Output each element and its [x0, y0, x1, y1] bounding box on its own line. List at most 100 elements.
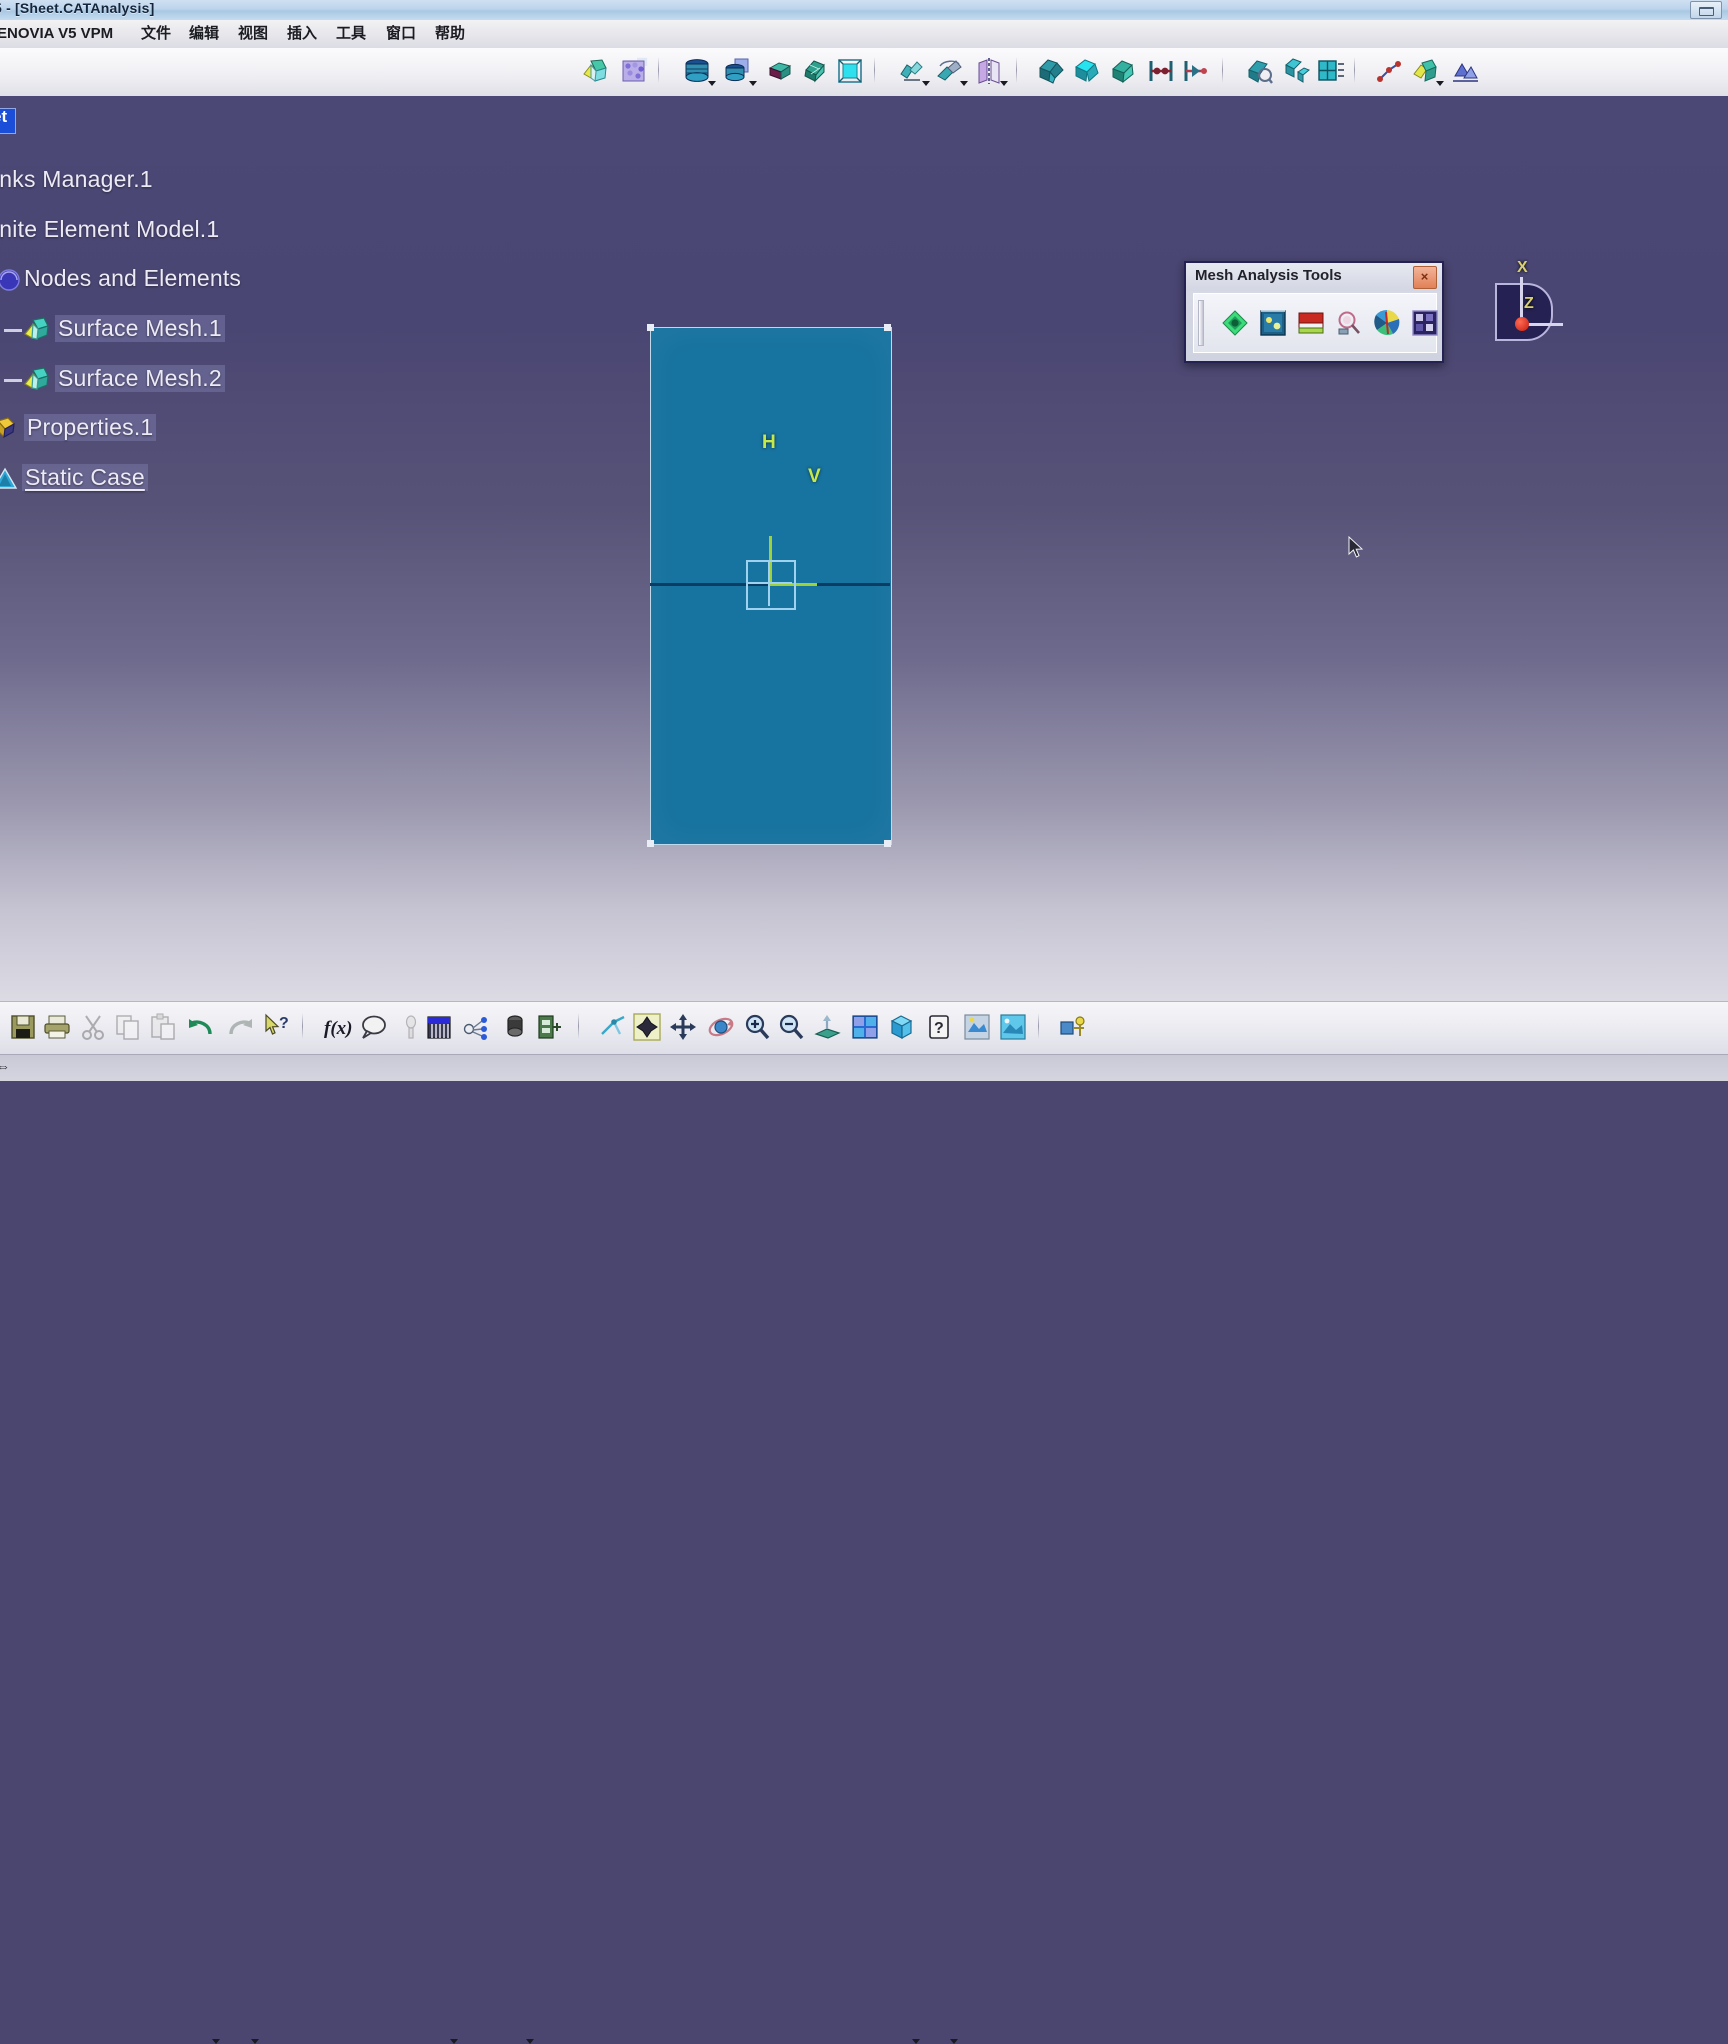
- dropdown-arrow[interactable]: [526, 2039, 534, 2044]
- sheet-handle-bottom-left[interactable]: [647, 840, 654, 847]
- extrusion-mesh-icon[interactable]: [800, 56, 830, 86]
- fit-all-in-icon[interactable]: [632, 1012, 662, 1042]
- sheet-handle-top-left[interactable]: [647, 324, 654, 331]
- swap-visible-space-icon[interactable]: [1058, 1012, 1088, 1042]
- tree-item-links-manager[interactable]: inks Manager.1: [0, 166, 153, 193]
- sweep-3d-mesh-icon[interactable]: [835, 56, 865, 86]
- isometric-view-icon[interactable]: [886, 1012, 916, 1042]
- whats-this-help-icon[interactable]: ?: [263, 1012, 293, 1042]
- redo-icon[interactable]: [225, 1012, 255, 1042]
- menu-item-insert[interactable]: 插入: [284, 24, 320, 44]
- status-bar: ⇔: [0, 1054, 1728, 1081]
- copy-icon[interactable]: [113, 1012, 143, 1042]
- compute-icon[interactable]: [424, 1012, 454, 1042]
- fit-all-axis-icon[interactable]: [598, 1012, 628, 1042]
- mesh-analysis-tools-title: Mesh Analysis Tools: [1195, 267, 1342, 284]
- dropdown-arrow[interactable]: [912, 2039, 920, 2044]
- compass-label-x: X: [1517, 259, 1528, 276]
- tree-root-node[interactable]: et: [0, 107, 16, 134]
- octree-triangle-mesher-icon[interactable]: [580, 56, 610, 86]
- window-title-bar: 5 - [Sheet.CATAnalysis]: [0, 0, 1728, 20]
- mesh-analysis-icon[interactable]: [1450, 56, 1480, 86]
- mesh-analysis-tools-title-bar[interactable]: Mesh Analysis Tools ×: [1186, 263, 1442, 291]
- elements-order-icon[interactable]: [1296, 308, 1326, 338]
- node-offset-icon[interactable]: [1180, 56, 1210, 86]
- dropdown-arrow[interactable]: [1000, 81, 1008, 86]
- free-edges-icon[interactable]: [1372, 308, 1402, 338]
- pan-icon[interactable]: [668, 1012, 698, 1042]
- formula-icon[interactable]: f(x): [322, 1012, 352, 1042]
- beam-mesh-part-icon[interactable]: [765, 56, 795, 86]
- dropdown-arrow[interactable]: [450, 2039, 458, 2044]
- sheet-handle-bottom-right[interactable]: [884, 840, 891, 847]
- tree-root-label: et: [0, 107, 8, 126]
- mesh-visualization-quality-icon[interactable]: [1258, 308, 1288, 338]
- tree-item-properties-1[interactable]: Properties.1: [24, 414, 157, 441]
- menu-item-edit[interactable]: 编辑: [186, 24, 222, 44]
- connection-line-icon[interactable]: [1374, 56, 1404, 86]
- restore-window-button[interactable]: [1690, 1, 1722, 19]
- mesh-quality-icon[interactable]: [1244, 56, 1274, 86]
- mesh-cut-icon[interactable]: [1072, 56, 1102, 86]
- report-icon[interactable]: [535, 1012, 565, 1042]
- hide-show-icon[interactable]: [998, 1012, 1028, 1042]
- selection-box[interactable]: [746, 560, 796, 610]
- bottom-toolbar: ? f(x) ?: [0, 1001, 1728, 2044]
- dropdown-arrow[interactable]: [960, 81, 968, 86]
- sheet-handle-top-right[interactable]: [884, 324, 891, 331]
- mesh-refine-icon[interactable]: [1036, 56, 1066, 86]
- undo-icon[interactable]: [186, 1012, 216, 1042]
- comment-icon[interactable]: [358, 1012, 388, 1042]
- mesh-group-icon[interactable]: [1282, 56, 1312, 86]
- cut-icon[interactable]: [78, 1012, 108, 1042]
- node-connect-icon[interactable]: [1146, 56, 1176, 86]
- print-icon[interactable]: [42, 1012, 72, 1042]
- top-toolbar: [0, 48, 1728, 97]
- dropdown-arrow[interactable]: [922, 81, 930, 86]
- paste-icon[interactable]: [148, 1012, 178, 1042]
- dropdown-arrow[interactable]: [749, 81, 757, 86]
- dropdown-arrow[interactable]: [251, 2039, 259, 2044]
- mesh-analysis-tools-button-strip: [1193, 293, 1440, 353]
- palette-grip-handle[interactable]: [1198, 300, 1204, 346]
- dropdown-arrow[interactable]: [1436, 81, 1444, 86]
- mesh-smooth-icon[interactable]: [1108, 56, 1138, 86]
- dropdown-arrow[interactable]: [212, 2039, 220, 2044]
- tree-item-static-case[interactable]: Static Case: [22, 464, 148, 491]
- mesh-statistics-icon[interactable]: [1410, 308, 1440, 338]
- zoom-in-icon[interactable]: [742, 1012, 772, 1042]
- tree-item-surface-mesh-2[interactable]: Surface Mesh.2: [55, 365, 225, 392]
- specification-tree[interactable]: et inks Manager.1 inite Element Model.1 …: [0, 96, 330, 566]
- apply-material-icon[interactable]: [962, 1012, 992, 1042]
- close-icon: ×: [1420, 269, 1429, 284]
- menu-item-file[interactable]: 文件: [138, 24, 174, 44]
- measure-item-icon[interactable]: [396, 1012, 426, 1042]
- surface-mesher-icon[interactable]: [619, 56, 649, 86]
- quality-analysis-icon[interactable]: [1220, 308, 1250, 338]
- tree-item-nodes-and-elements[interactable]: Nodes and Elements: [24, 265, 241, 292]
- mesh-table-icon[interactable]: [1316, 56, 1346, 86]
- normal-view-icon[interactable]: [812, 1012, 842, 1042]
- menu-item-tools[interactable]: 工具: [333, 24, 369, 44]
- mesh-analysis-tools-palette[interactable]: Mesh Analysis Tools ×: [1184, 261, 1444, 363]
- render-style-icon[interactable]: ?: [924, 1012, 954, 1042]
- tree-item-surface-mesh-1[interactable]: Surface Mesh.1: [55, 315, 225, 342]
- rotate-icon[interactable]: [706, 1012, 736, 1042]
- mesh-information-icon[interactable]: [1334, 308, 1364, 338]
- zoom-out-icon[interactable]: [776, 1012, 806, 1042]
- menu-item-view[interactable]: 视图: [235, 24, 271, 44]
- menu-item-enovia[interactable]: ENOVIA V5 VPM: [0, 24, 116, 44]
- model-manager-icon[interactable]: [500, 1012, 530, 1042]
- sensor-icon[interactable]: [462, 1012, 492, 1042]
- dropdown-arrow[interactable]: [708, 81, 716, 86]
- view-compass[interactable]: X Z: [1487, 259, 1563, 351]
- svg-text:f(x): f(x): [324, 1018, 352, 1039]
- tree-item-finite-element-model[interactable]: inite Element Model.1: [0, 216, 219, 243]
- menu-item-help[interactable]: 帮助: [432, 24, 468, 44]
- 3d-viewport[interactable]: et inks Manager.1 inite Element Model.1 …: [0, 96, 1728, 1001]
- save-icon[interactable]: [8, 1012, 38, 1042]
- dropdown-arrow[interactable]: [950, 2039, 958, 2044]
- close-button[interactable]: ×: [1413, 266, 1437, 289]
- multi-view-icon[interactable]: [850, 1012, 880, 1042]
- menu-item-window[interactable]: 窗口: [383, 24, 419, 44]
